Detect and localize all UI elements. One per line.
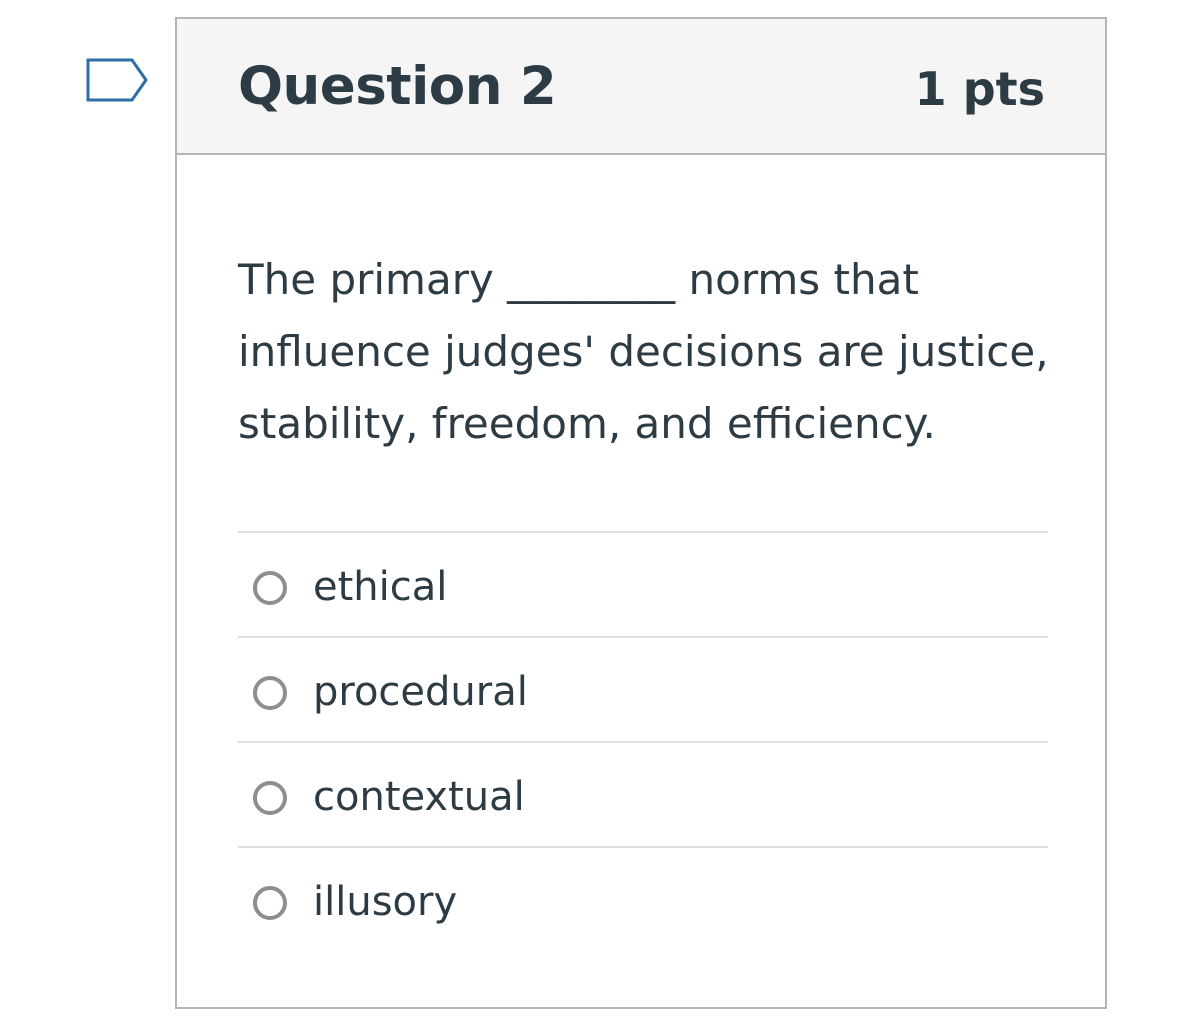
radio-button[interactable] bbox=[253, 886, 287, 920]
answer-label[interactable]: procedural bbox=[313, 667, 528, 717]
answer-label[interactable]: illusory bbox=[313, 877, 457, 927]
question-title: Question 2 bbox=[238, 56, 557, 117]
flag-question-icon[interactable] bbox=[86, 58, 150, 108]
question-points: 1 pts bbox=[914, 62, 1045, 116]
answer-list: ethical procedural contextual illusory bbox=[238, 531, 1048, 951]
answer-label[interactable]: contextual bbox=[313, 772, 525, 822]
radio-button[interactable] bbox=[253, 571, 287, 605]
answer-label[interactable]: ethical bbox=[313, 562, 447, 612]
radio-button[interactable] bbox=[253, 781, 287, 815]
answer-option-procedural[interactable]: procedural bbox=[238, 638, 1048, 743]
answer-option-contextual[interactable]: contextual bbox=[238, 743, 1048, 848]
answer-option-illusory[interactable]: illusory bbox=[238, 848, 1048, 951]
radio-button[interactable] bbox=[253, 676, 287, 710]
answer-option-ethical[interactable]: ethical bbox=[238, 533, 1048, 638]
question-header: Question 2 1 pts bbox=[177, 19, 1105, 155]
question-text: The primary ________ norms that influenc… bbox=[238, 255, 1049, 448]
question-card: Question 2 1 pts The primary ________ no… bbox=[175, 17, 1107, 1009]
